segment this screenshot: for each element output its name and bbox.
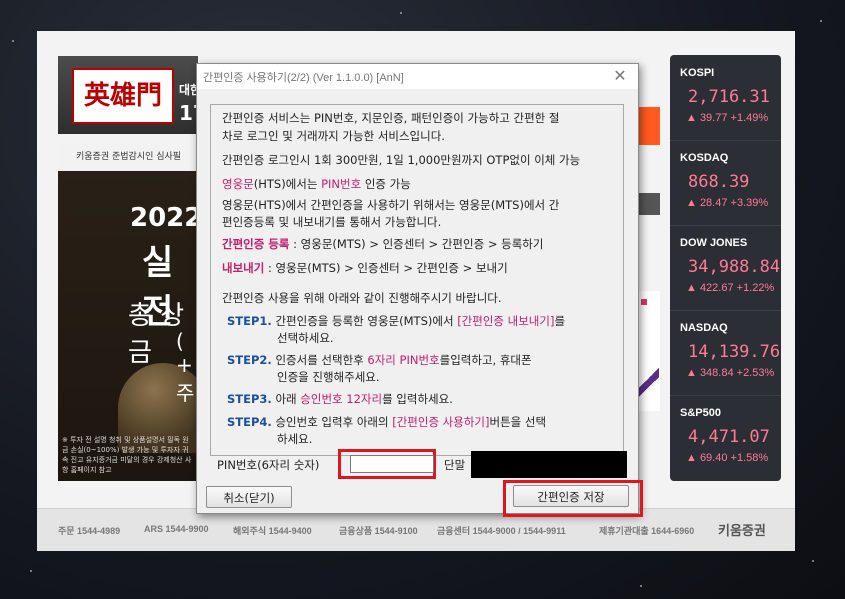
- hts-text: (HTS)에서는: [253, 177, 322, 191]
- logo-panel: 英雄門: [58, 56, 198, 134]
- hero-logo: 英雄門: [72, 68, 174, 124]
- register-term: 간편인증 등록: [222, 237, 290, 251]
- index-kosdaq: KOSDAQ 868.39 ▲ 28.47 +3.39%: [670, 140, 781, 226]
- hts-pin-line: 영웅문(HTS)에서는 PIN번호 인증 가능: [222, 176, 411, 193]
- phone-finance: 금융상품 1544-9100: [339, 526, 418, 536]
- intro-line-2: 차로 로그인 및 거래까지 가능한 서비스입니다.: [222, 129, 445, 143]
- index-value: 868.39: [688, 172, 750, 192]
- index-kospi: KOSPI 2,716.31 ▲ 39.77 +1.49%: [670, 55, 781, 141]
- simple-auth-dialog: 간편인증 사용하기(2/2) (Ver 1.1.0.0) [AnN] ✕ 간편인…: [196, 63, 643, 517]
- step-2-label: STEP2.: [227, 353, 272, 367]
- step-4-highlight: [간편인증 사용하기]: [392, 415, 490, 429]
- instructions-panel: 간편인증 서비스는 PIN번호, 지문인증, 패턴인증이 가능하고 간편한 절 …: [210, 104, 624, 456]
- kiwoom-logo: 키움증권: [718, 523, 766, 538]
- ad-fragment: [637, 291, 660, 411]
- step-2-cont: 인증을 진행해주세요.: [277, 370, 380, 384]
- close-icon[interactable]: ✕: [610, 66, 630, 85]
- step-4-label: STEP4.: [227, 415, 272, 429]
- limit-line: 간편인증 로그인시 1회 300만원, 1일 1,000만원까지 OTP없이 이…: [222, 153, 581, 167]
- banner-year: 2022: [130, 203, 198, 233]
- index-name: DOW JONES: [680, 237, 748, 249]
- step-4-cont: 하세요.: [277, 432, 313, 446]
- save-simple-auth-button[interactable]: 간편인증 저장: [513, 485, 629, 507]
- export-term: 내보내기: [222, 261, 265, 275]
- phone-ars: ARS 1544-9900: [144, 524, 209, 534]
- step-1-label: STEP1.: [227, 314, 272, 328]
- index-name: NASDAQ: [680, 322, 728, 334]
- register-path-line: 간편인증 등록 : 영웅문(MTS) > 인증센터 > 간편인증 > 등록하기: [222, 236, 543, 253]
- device-label: 단말: [444, 458, 466, 472]
- gray-panel-fragment: [637, 193, 660, 215]
- phone-loan: 제휴기관대출 1644-6960: [599, 526, 695, 536]
- index-value: 14,139.76: [688, 342, 781, 362]
- step-2-text: 인증서를 선택한후: [271, 353, 368, 367]
- index-nasdaq: NASDAQ 14,139.76 ▲ 348.84 +2.53%: [670, 310, 781, 396]
- index-value: 2,716.31: [688, 87, 770, 107]
- intro-line-1: 간편인증 서비스는 PIN번호, 지문인증, 패턴인증이 가능하고 간편한 절: [222, 111, 560, 125]
- pin-input[interactable]: [350, 455, 434, 473]
- step-1-highlight: [간편인증 내보내기]: [457, 314, 555, 328]
- index-sp500: S&P500 4,471.07 ▲ 69.40 +1.58%: [670, 395, 781, 480]
- background-star: [30, 570, 32, 572]
- index-dow-jones: DOW JONES 34,988.84 ▲ 422.67 +1.22%: [670, 225, 781, 311]
- market-index-panel: KOSPI 2,716.31 ▲ 39.77 +1.49% KOSDAQ 868…: [670, 55, 781, 481]
- step-1: STEP1. 간편인증을 등록한 영웅문(MTS)에서 [간편인증 내보내기]를: [227, 313, 565, 330]
- step-4: STEP4. 승인번호 입력후 아래의 [간편인증 사용하기]버튼을 선택: [227, 414, 546, 431]
- banner-compliance-text: 키움증권 준법감시인 심사필: [58, 143, 198, 171]
- steps-intro: 간편인증 사용을 위해 아래와 같이 진행해주시기 바랍니다.: [222, 291, 502, 305]
- phone-order: 주문 1544-4989: [58, 526, 121, 536]
- mts-line-1: 영웅문(HTS)에서 간편인증을 사용하기 위해서는 영웅문(MTS)에서 간: [222, 198, 560, 212]
- index-name: KOSPI: [680, 67, 715, 79]
- event-banner[interactable]: 키움증권 준법감시인 심사필 2022 실전 총 상금 ( + 주 ※ 투자 전…: [58, 143, 198, 481]
- hts-name: 영웅문: [222, 177, 254, 191]
- purple-stripe: [639, 361, 659, 401]
- index-change: ▲ 28.47 +3.39%: [686, 197, 769, 209]
- background-star: [400, 12, 402, 14]
- background-star: [640, 585, 642, 587]
- step-3-label: STEP3.: [227, 392, 272, 406]
- register-path: : 영웅문(MTS) > 인증센터 > 간편인증 > 등록하기: [289, 237, 544, 251]
- banner-subtitle: ( + 주: [176, 329, 195, 405]
- step-1-text-end: 를: [554, 314, 566, 328]
- index-name: S&P500: [680, 407, 721, 419]
- index-change: ▲ 69.40 +1.58%: [686, 452, 769, 464]
- pink-mark: [641, 299, 647, 305]
- background-star: [12, 40, 14, 42]
- cancel-button[interactable]: 취소(닫기): [206, 486, 292, 508]
- step-3-text-end: 를 입력하세요.: [382, 392, 453, 406]
- orange-button-fragment: [637, 107, 660, 145]
- step-2-highlight: 6자리 PIN번호: [367, 353, 440, 367]
- index-value: 34,988.84: [688, 257, 781, 277]
- export-path-line: 내보내기 : 영웅문(MTS) > 인증센터 > 간편인증 > 보내기: [222, 260, 508, 277]
- hts-text-end: 인증 가능: [361, 177, 411, 191]
- pin-term: PIN번호: [321, 177, 362, 191]
- contact-bar: 주문 1544-4989 ARS 1544-9900 해외주식 1544-940…: [37, 508, 795, 551]
- step-4-text-end: 버튼을 선택: [489, 415, 547, 429]
- dialog-titlebar[interactable]: 간편인증 사용하기(2/2) (Ver 1.1.0.0) [AnN] ✕: [197, 64, 638, 89]
- index-change: ▲ 348.84 +2.53%: [686, 367, 775, 379]
- export-path: : 영웅문(MTS) > 인증센터 > 간편인증 > 보내기: [264, 261, 508, 275]
- background-star: [820, 20, 822, 22]
- phone-center: 금융센터 1544-9000 / 1544-9911: [437, 526, 566, 536]
- phone-overseas: 해외주식 1544-9400: [233, 526, 312, 536]
- dialog-title: 간편인증 사용하기(2/2) (Ver 1.1.0.0) [AnN]: [203, 72, 404, 84]
- step-2-text-end: 를입력하고, 휴대폰: [439, 353, 532, 367]
- step-1-text: 간편인증을 등록한 영웅문(MTS)에서: [271, 314, 458, 328]
- step-3-text: 아래: [271, 392, 301, 406]
- background-star: [812, 560, 814, 562]
- step-3-highlight: 승인번호 12자리: [300, 392, 383, 406]
- mts-line-2: 편인증등록 및 내보내기를 통해서 가능합니다.: [222, 215, 442, 229]
- pin-label: PIN번호(6자리 숫자): [217, 458, 320, 472]
- redacted-area: [471, 451, 627, 478]
- index-change: ▲ 39.77 +1.49%: [686, 112, 769, 124]
- step-4-text: 승인번호 입력후 아래의: [271, 415, 393, 429]
- index-change: ▲ 422.67 +1.22%: [686, 282, 775, 294]
- index-value: 4,471.07: [688, 427, 770, 447]
- step-3: STEP3. 아래 승인번호 12자리를 입력하세요.: [227, 391, 453, 408]
- index-name: KOSDAQ: [680, 152, 729, 164]
- step-1-cont: 선택하세요.: [277, 331, 334, 345]
- step-2: STEP2. 인증서를 선택한후 6자리 PIN번호를입력하고, 휴대폰: [227, 352, 532, 369]
- banner-disclaimer: ※ 투자 전 설명 청취 및 상품설명서 필독 원금 손실(0~100%) 발생…: [62, 436, 192, 474]
